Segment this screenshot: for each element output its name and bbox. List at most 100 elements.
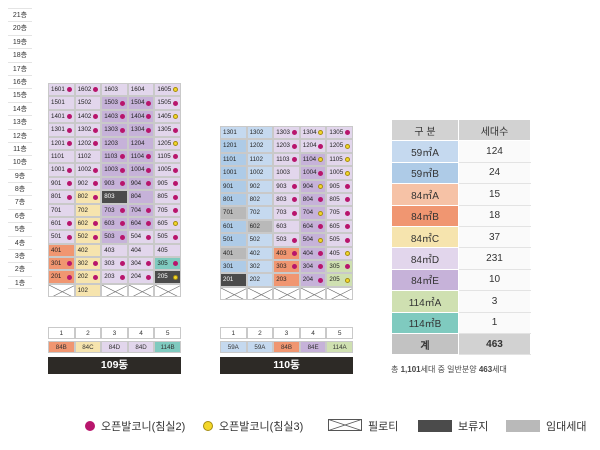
unit-cell: 1102 [246, 152, 274, 167]
total-label: 계 [391, 332, 459, 356]
unit-cell: 203 [273, 273, 300, 287]
floor-label: 11층 [8, 141, 32, 155]
unit-cell: 603 [101, 216, 128, 231]
summary-suffix: 세대 [492, 365, 507, 374]
unit-number: 1205 [329, 142, 344, 150]
magenta-dot-icon [93, 234, 99, 240]
line-number: 5 [154, 327, 181, 339]
unit-cell: 405 [154, 243, 181, 258]
building-110-line-numbers: 12345 [220, 327, 353, 339]
unit-number: 802 [249, 195, 260, 203]
unit-cell: 201 [220, 273, 247, 287]
unit-cell: 1001 [220, 166, 247, 180]
unit-cell: 402 [74, 243, 102, 258]
unit-cell: 605 [326, 219, 353, 234]
magenta-dot-icon [172, 234, 178, 240]
magenta-dot-icon [172, 207, 178, 213]
unit-number: 203 [104, 273, 115, 281]
magenta-dot-icon [93, 261, 99, 267]
pilotis-icon [247, 287, 273, 300]
unit-number: 303 [276, 262, 287, 270]
unit-cell: 902 [74, 176, 102, 191]
unit-number: 505 [157, 233, 168, 241]
unit-number: 804 [130, 193, 142, 201]
floor-label: 15층 [8, 88, 32, 101]
unit-number: 1203 [104, 139, 118, 147]
pilotis-cell [273, 286, 300, 301]
pilotis-icon [102, 284, 127, 297]
pilotis-icon [128, 284, 154, 297]
unit-number: 703 [276, 209, 287, 217]
floor-label: 3층 [8, 249, 32, 262]
unit-type-name: 114㎡B [391, 311, 459, 334]
magenta-dot-icon [119, 274, 125, 280]
summary-total: 1,101 [400, 365, 421, 374]
magenta-dot-icon [93, 140, 99, 146]
yellow-dot-icon [172, 140, 178, 146]
magenta-dot-icon [93, 194, 99, 200]
unit-cell: 801 [220, 192, 247, 207]
line-number: 3 [273, 327, 300, 339]
floor-label: 13층 [8, 115, 32, 128]
pilotis-icon [49, 284, 74, 297]
unit-number: 1202 [249, 142, 264, 150]
unit-type-count: 1 [458, 311, 531, 334]
unit-cell: 905 [154, 176, 181, 191]
summary-text: 총 1,101세대 중 일반분양 463세대 [391, 364, 507, 375]
floor-label: 5층 [8, 222, 32, 235]
building-109-unit-grid: 1601 1602 1603 1604 1605 1501 1502 1503 1504 1505… [48, 83, 181, 298]
magenta-dot-icon [119, 100, 125, 106]
unit-number: 1201 [223, 142, 237, 150]
legend-label: 필로티 [368, 421, 399, 433]
unit-cell: 804 [127, 190, 155, 204]
unit-cell: 703 [273, 206, 300, 220]
magenta-dot-icon [146, 154, 152, 160]
magenta-dot-icon [119, 234, 125, 240]
magenta-dot-icon [66, 87, 72, 93]
unit-number: 704 [130, 206, 142, 214]
unit-number: 1102 [249, 155, 263, 163]
unit-number: 705 [329, 209, 340, 217]
unit-number: 1605 [157, 86, 172, 93]
unit-number: 405 [157, 246, 168, 254]
unit-cell: 602 [74, 216, 102, 231]
magenta-dot-icon [93, 167, 99, 173]
unit-cell: 1205 [154, 136, 181, 150]
floor-scale: 21층 20층 19층 18층 17층 16층 15층 14층 13층 12층 11층 10층 9층 8층… [8, 8, 32, 290]
unit-cell: 1405 [154, 109, 181, 124]
yellow-dot-icon [344, 250, 350, 256]
unit-number: 304 [130, 260, 142, 268]
magenta-dot-icon [66, 167, 72, 173]
unit-cell: 901 [48, 176, 75, 191]
unit-cell: 302 [246, 259, 274, 274]
unit-number: 403 [276, 249, 287, 257]
magenta-dot-icon [119, 181, 125, 187]
unit-number: 404 [130, 246, 142, 254]
unit-type-row: 114㎡A 3 [391, 290, 531, 313]
unit-cell: 903 [101, 176, 128, 191]
unit-cell: 805 [326, 192, 353, 207]
unit-cell: 1101 [48, 149, 75, 164]
unit-cell: 1401 [48, 109, 75, 124]
yellow-dot-icon [203, 421, 213, 431]
legend-open-balcony-3: 오픈발코니(침실3) [203, 418, 303, 434]
unit-number: 902 [249, 182, 260, 190]
unit-cell: 204 [299, 273, 327, 287]
unit-cell: 1001 [48, 163, 75, 177]
pilotis-icon [327, 287, 352, 300]
unit-cell: 1602 [74, 83, 102, 97]
unit-cell: 1004 [127, 163, 155, 177]
unit-number: 1003 [104, 166, 118, 174]
unit-cell: 803 [273, 192, 300, 207]
magenta-dot-icon [93, 274, 99, 280]
floor-label: 20층 [8, 21, 32, 34]
unit-number: 702 [77, 206, 88, 214]
floor-label: 10층 [8, 155, 32, 168]
floor-label: 2층 [8, 262, 32, 275]
unit-cell: 1104 [299, 152, 327, 167]
yellow-dot-icon [172, 114, 178, 120]
unit-cell: 505 [326, 233, 353, 247]
unit-number: 202 [249, 276, 260, 284]
unit-number: 902 [77, 179, 88, 187]
unit-cell: 1103 [101, 149, 128, 164]
